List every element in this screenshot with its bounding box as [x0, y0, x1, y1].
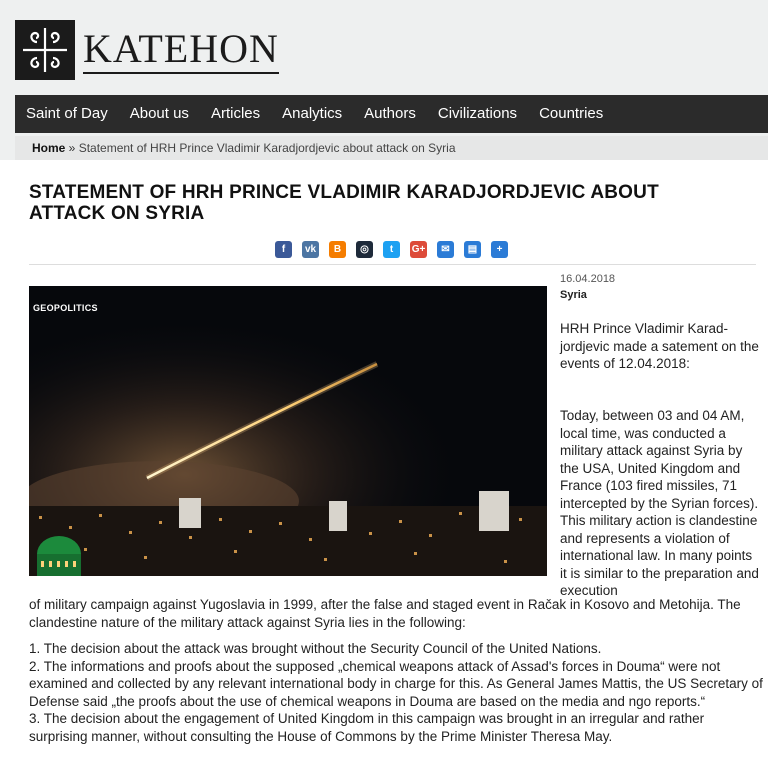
- breadcrumb-separator: »: [65, 141, 79, 155]
- nav-analytics[interactable]: Analytics: [271, 95, 353, 133]
- share-buttons: f vk B ◎ t G+ ✉ ▤ +: [275, 241, 508, 258]
- article-intro: HRH Prince Vladimir Karad-jordjevic made…: [560, 321, 759, 371]
- article-body-continued: of military campaign against Yugoslavia …: [29, 597, 741, 630]
- logo-cross-icon: [15, 20, 75, 80]
- nav-articles[interactable]: Articles: [200, 95, 271, 133]
- article-date: 16.04.2018: [560, 273, 616, 285]
- article-title: STATEMENT OF HRH PRINCE VLADIMIR KARADJO…: [29, 182, 659, 224]
- site-logo[interactable]: KATEHON: [15, 20, 279, 80]
- livejournal-icon[interactable]: ◎: [356, 241, 373, 258]
- facebook-icon[interactable]: f: [275, 241, 292, 258]
- breadcrumb: Home » Statement of HRH Prince Vladimir …: [15, 136, 768, 160]
- divider: [29, 264, 756, 265]
- vk-icon[interactable]: vk: [302, 241, 319, 258]
- nav-saint-of-day[interactable]: Saint of Day: [15, 95, 119, 133]
- article-body-side: Today, between 03 and 04 AM, local time,…: [560, 408, 759, 598]
- photo-category-label[interactable]: GEOPOLITICS: [33, 303, 98, 313]
- email-icon[interactable]: ✉: [437, 241, 454, 258]
- nav-about-us[interactable]: About us: [119, 95, 200, 133]
- logo-text: KATEHON: [83, 26, 279, 74]
- breadcrumb-current: Statement of HRH Prince Vladimir Karadjo…: [78, 141, 456, 155]
- blogger-icon[interactable]: B: [329, 241, 346, 258]
- breadcrumb-home-link[interactable]: Home: [32, 141, 65, 155]
- nav-civilizations[interactable]: Civilizations: [427, 95, 528, 133]
- more-share-icon[interactable]: +: [491, 241, 508, 258]
- article-category-link[interactable]: Syria: [560, 289, 587, 301]
- nav-authors[interactable]: Authors: [353, 95, 427, 133]
- article-photo: GEOPOLITICS: [29, 286, 547, 576]
- twitter-icon[interactable]: t: [383, 241, 400, 258]
- article-point-1: 1. The decision about the attack was bro…: [29, 641, 602, 656]
- print-icon[interactable]: ▤: [464, 241, 481, 258]
- nav-countries[interactable]: Countries: [528, 95, 614, 133]
- article-points: 1. The decision about the attack was bro…: [29, 640, 764, 745]
- article-point-2: 2. The informations and proofs about the…: [29, 658, 763, 709]
- google-plus-icon[interactable]: G+: [410, 241, 427, 258]
- article-point-3: 3. The decision about the engagement of …: [29, 711, 705, 744]
- main-navigation: Saint of Day About us Articles Analytics…: [15, 95, 768, 133]
